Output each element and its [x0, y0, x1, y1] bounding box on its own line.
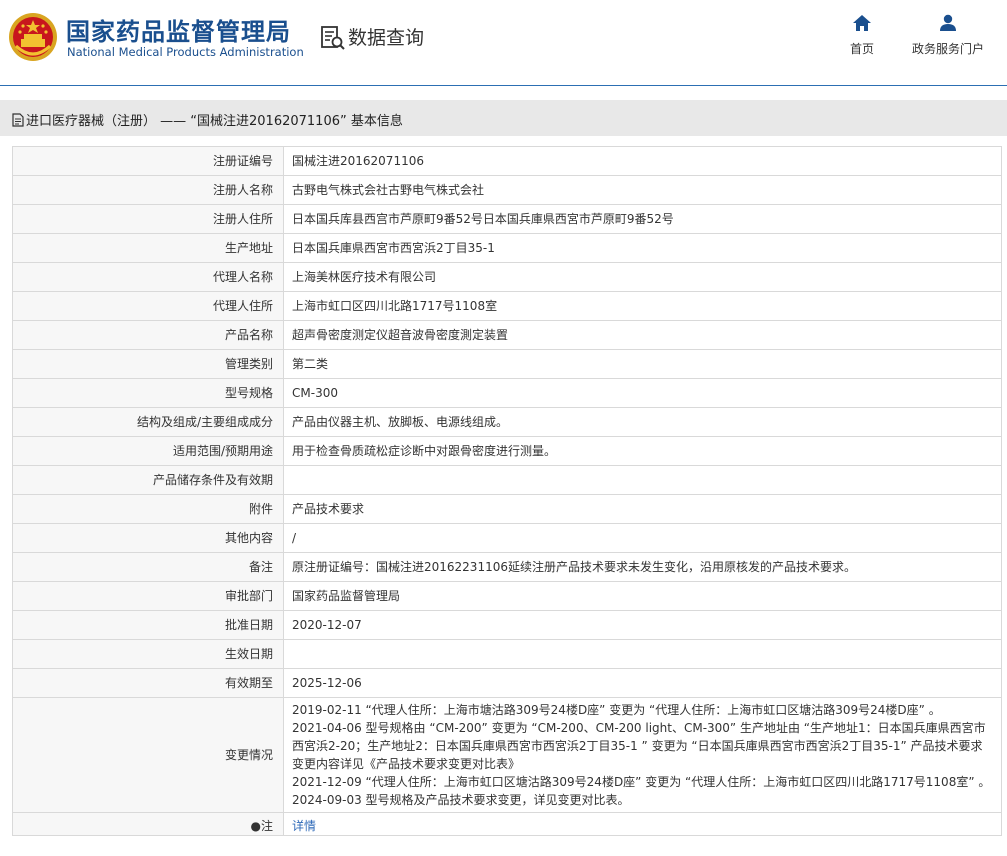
row-label: 管理类别 [12, 349, 284, 379]
row-value: 古野电气株式会社古野电气株式会社 [283, 175, 1002, 205]
row-value: 2020-12-07 [283, 610, 1002, 640]
change-history-row: 变更情况 2019-02-11 “代理人住所：上海市塘沽路309号24楼D座” … [12, 697, 1002, 813]
row-value [283, 639, 1002, 669]
table-row: 附件 产品技术要求 [12, 494, 1002, 524]
table-row: 结构及组成/主要组成成分 产品由仪器主机、放脚板、电源线组成。 [12, 407, 1002, 437]
home-icon [853, 15, 871, 31]
row-value: 产品技术要求 [283, 494, 1002, 524]
table-row: 批准日期 2020-12-07 [12, 610, 1002, 640]
site-subtitle: National Medical Products Administration [67, 45, 304, 59]
row-label: 其他内容 [12, 523, 284, 553]
change-entry: 2024-09-03 型号规格及产品技术要求变更，详见变更对比表。 [292, 793, 630, 807]
table-row: 型号规格 CM-300 [12, 378, 1002, 408]
notes-value: 详情 [283, 812, 1002, 836]
row-label: 备注 [12, 552, 284, 582]
table-row: 管理类别 第二类 [12, 349, 1002, 379]
data-query-icon [321, 26, 345, 50]
row-label: 型号规格 [12, 378, 284, 408]
site-header: 国家药品监督管理局 National Medical Products Admi… [0, 0, 1007, 86]
user-icon [940, 14, 956, 31]
breadcrumb: 进口医疗器械（注册） —— “国械注进20162071106” 基本信息 [12, 110, 403, 129]
notes-label: ●注 [12, 812, 284, 836]
row-label: 产品储存条件及有效期 [12, 465, 284, 495]
row-value: 2025-12-06 [283, 668, 1002, 698]
details-link[interactable]: 详情 [292, 819, 316, 833]
row-value [283, 465, 1002, 495]
row-label: 代理人住所 [12, 291, 284, 321]
row-label: 附件 [12, 494, 284, 524]
change-history-value: 2019-02-11 “代理人住所：上海市塘沽路309号24楼D座” 变更为 “… [283, 697, 1002, 813]
breadcrumb-bar: 进口医疗器械（注册） —— “国械注进20162071106” 基本信息 [0, 100, 1007, 136]
nav-home-label: 首页 [849, 42, 874, 56]
nav-service-portal[interactable]: 政务服务门户 [908, 14, 988, 57]
table-row: 其他内容 / [12, 523, 1002, 553]
table-row: 备注 原注册证编号：国械注进20162231106延续注册产品技术要求未发生变化，… [12, 552, 1002, 582]
change-entry: 2019-02-11 “代理人住所：上海市塘沽路309号24楼D座” 变更为 “… [292, 703, 941, 717]
change-entry: 2021-12-09 “代理人住所：上海市虹口区塘沽路309号24楼D座” 变更… [292, 775, 991, 789]
table-row: 生效日期 [12, 639, 1002, 669]
breadcrumb-text: 进口医疗器械（注册） —— “国械注进20162071106” 基本信息 [26, 114, 403, 129]
document-icon [12, 112, 24, 127]
row-label: 适用范围/预期用途 [12, 436, 284, 466]
change-entry: 2021-04-06 型号规格由 “CM-200” 变更为 “CM-200、CM… [292, 721, 986, 771]
row-label: 生产地址 [12, 233, 284, 263]
row-label: 结构及组成/主要组成成分 [12, 407, 284, 437]
row-value: 上海市虹口区四川北路1717号1108室 [283, 291, 1002, 321]
row-label: 批准日期 [12, 610, 284, 640]
table-row: 有效期至 2025-12-06 [12, 668, 1002, 698]
row-value: 日本国兵库县西宫市芦原町9番52号日本国兵庫県西宮市芦原町9番52号 [283, 204, 1002, 234]
change-history-label: 变更情况 [12, 697, 284, 813]
row-label: 产品名称 [12, 320, 284, 350]
row-value: 超声骨密度测定仪超音波骨密度測定装置 [283, 320, 1002, 350]
row-label: 审批部门 [12, 581, 284, 611]
registration-info-table: 注册证编号 国械注进20162071106 注册人名称 古野电气株式会社古野电气株式… [12, 146, 1002, 836]
nav-service-portal-label: 政务服务门户 [911, 42, 984, 56]
row-value: 用于检查骨质疏松症诊断中对跟骨密度进行测量。 [283, 436, 1002, 466]
table-row: 代理人名称 上海美林医疗技术有限公司 [12, 262, 1002, 292]
row-label: 生效日期 [12, 639, 284, 669]
row-value: 第二类 [283, 349, 1002, 379]
nav-home[interactable]: 首页 [838, 14, 886, 57]
table-row: 生产地址 日本国兵庫県西宮市西宮浜2丁目35-1 [12, 233, 1002, 263]
row-value: 国家药品监督管理局 [283, 581, 1002, 611]
table-row: 适用范围/预期用途 用于检查骨质疏松症诊断中对跟骨密度进行测量。 [12, 436, 1002, 466]
row-value: 上海美林医疗技术有限公司 [283, 262, 1002, 292]
table-row: 产品名称 超声骨密度测定仪超音波骨密度測定装置 [12, 320, 1002, 350]
row-label: 注册证编号 [12, 146, 284, 176]
table-row: 注册人住所 日本国兵库县西宫市芦原町9番52号日本国兵庫県西宮市芦原町9番52号 [12, 204, 1002, 234]
site-title: 国家药品监督管理局 [66, 18, 291, 46]
table-row: 产品储存条件及有效期 [12, 465, 1002, 495]
row-label: 注册人名称 [12, 175, 284, 205]
notes-row: ●注 详情 [12, 812, 1002, 836]
row-value: CM-300 [283, 378, 1002, 408]
row-label: 有效期至 [12, 668, 284, 698]
national-emblem-icon [9, 13, 57, 61]
data-query-title: 数据查询 [348, 27, 425, 49]
row-label: 注册人住所 [12, 204, 284, 234]
table-row: 注册证编号 国械注进20162071106 [12, 146, 1002, 176]
table-row: 代理人住所 上海市虹口区四川北路1717号1108室 [12, 291, 1002, 321]
row-value: 日本国兵庫県西宮市西宮浜2丁目35-1 [283, 233, 1002, 263]
row-value: 产品由仪器主机、放脚板、电源线组成。 [283, 407, 1002, 437]
row-value: 国械注进20162071106 [283, 146, 1002, 176]
table-row: 注册人名称 古野电气株式会社古野电气株式会社 [12, 175, 1002, 205]
row-label: 代理人名称 [12, 262, 284, 292]
row-value: / [283, 523, 1002, 553]
row-value: 原注册证编号：国械注进20162231106延续注册产品技术要求未发生变化，沿用… [283, 552, 1002, 582]
table-row: 审批部门 国家药品监督管理局 [12, 581, 1002, 611]
